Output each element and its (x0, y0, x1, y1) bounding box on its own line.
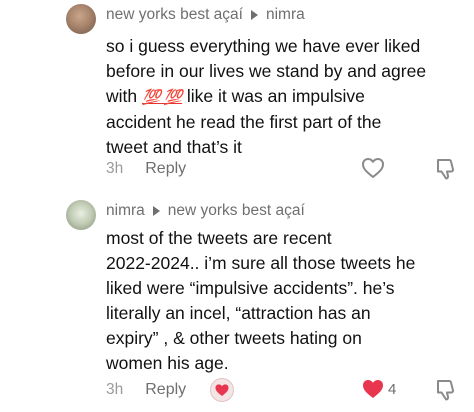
heart-filled-icon[interactable] (361, 378, 385, 400)
avatar[interactable] (66, 4, 96, 34)
comment-header: nimra new yorks best açaí (106, 202, 305, 220)
comment-line: with 💯 💯 like it was an impulsive (106, 84, 466, 110)
reply-to-name[interactable]: new yorks best açaí (168, 202, 305, 220)
comment-line: women his age. (106, 353, 229, 373)
author-name[interactable]: nimra (106, 202, 145, 220)
comment-text: so i guess everything we have ever liked… (106, 34, 466, 160)
comment-meta: 3h Reply (106, 381, 186, 399)
avatar[interactable] (66, 200, 96, 230)
reply-arrow-icon (152, 206, 160, 216)
comment-line-part: with (106, 86, 138, 106)
comment-line: most of the tweets are recent (106, 228, 332, 248)
dislike-icon[interactable] (433, 157, 457, 181)
comment-line: before in our lives we stand by and agre… (106, 61, 427, 81)
creator-liked-badge (210, 378, 234, 402)
reply-arrow-icon (250, 10, 258, 20)
heart-small-icon (215, 384, 229, 396)
hundred-emoji: 💯 💯 (142, 89, 183, 106)
comment-text: most of the tweets are recent 2022-2024.… (106, 226, 466, 376)
comment-line: 2022-2024.. i’m sure all those tweets he (106, 253, 416, 273)
comment-line-part: like it was an impulsive (186, 86, 365, 106)
heart-outline-icon[interactable] (361, 157, 385, 179)
timestamp: 3h (106, 381, 124, 398)
comment-line: tweet and that’s it (106, 137, 242, 157)
comment-header: new yorks best açaí nimra (106, 6, 305, 24)
dislike-icon[interactable] (433, 378, 457, 402)
comment-line: literally an incel, “attraction has an (106, 303, 371, 323)
comment-line: so i guess everything we have ever liked (106, 36, 421, 56)
author-name[interactable]: new yorks best açaí (106, 6, 243, 24)
reply-button[interactable]: Reply (145, 381, 186, 399)
like-count: 4 (388, 381, 397, 398)
reply-button[interactable]: Reply (145, 160, 186, 178)
comment-line: expiry” , & other tweets hating on (106, 328, 362, 348)
reply-to-name[interactable]: nimra (266, 6, 305, 24)
comment-line: liked were “impulsive accidents”. he’s (106, 278, 395, 298)
comment-meta: 3h Reply (106, 160, 186, 178)
timestamp: 3h (106, 160, 124, 177)
comment-line: accident he read the first part of the (106, 112, 382, 132)
